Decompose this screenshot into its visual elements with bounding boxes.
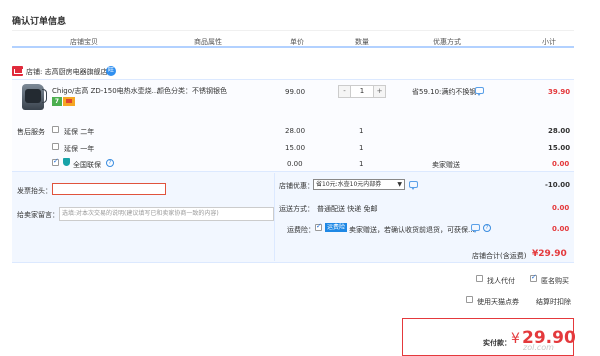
divider xyxy=(274,173,275,261)
warranty-2yr-price: 28.00 xyxy=(285,127,306,135)
quantity-minus-button[interactable]: - xyxy=(339,86,351,97)
national-warranty-note: 卖家赠送 xyxy=(432,161,460,169)
help-icon[interactable]: ? xyxy=(483,224,491,232)
col-quantity: 数量 xyxy=(355,38,369,46)
invoice-title-input[interactable] xyxy=(52,183,166,195)
warranty-2yr-subtotal: 28.00 xyxy=(548,127,571,135)
insurance-checkbox[interactable] xyxy=(315,222,322,231)
points-deduct-link[interactable]: 结算时扣除 xyxy=(536,297,571,307)
shipping-label: 运送方式： xyxy=(279,205,314,213)
product-thumbnail[interactable] xyxy=(22,84,47,110)
national-warranty-price: 0.00 xyxy=(287,160,303,168)
shipping-method: 普通配送 快递 免邮 xyxy=(317,205,378,213)
warranty-2yr-checkbox[interactable] xyxy=(52,126,59,133)
tmall-points-label: 使用天猫点券 xyxy=(477,298,519,306)
invoice-label: 发票抬头： xyxy=(17,187,52,195)
seven-day-return-badge: 7 xyxy=(52,97,62,106)
quantity-plus-button[interactable]: + xyxy=(373,86,385,97)
store-total-label: 店铺合计(含运费) xyxy=(472,252,527,260)
insurance-amount: 0.00 xyxy=(552,225,570,233)
col-promotion: 优惠方式 xyxy=(433,38,461,46)
store-total-amount: ¥29.90 xyxy=(532,249,567,259)
pay-for-me-label: 找人代付 xyxy=(487,277,515,285)
national-warranty-qty: 1 xyxy=(359,160,364,168)
warranty-1yr-checkbox[interactable] xyxy=(52,143,59,150)
shipping-amount: 0.00 xyxy=(552,204,570,212)
store-coupon-select[interactable]: 省10元:水壶10元内部券 ▼ xyxy=(313,179,405,190)
anonymous-label: 匿名购买 xyxy=(541,277,569,285)
wangwang-chat-icon[interactable]: 旺 xyxy=(106,66,116,76)
product-subtotal: 39.90 xyxy=(548,88,571,96)
national-warranty-label: 全国联保 xyxy=(73,161,101,169)
watermark: zol.com xyxy=(523,343,554,352)
store-coupon-selected: 省10元:水壶10元内部券 xyxy=(316,181,382,188)
anonymous-checkbox[interactable] xyxy=(530,273,537,282)
divider xyxy=(12,30,574,31)
help-icon[interactable]: ? xyxy=(106,159,114,167)
quantity-stepper: - 1 + xyxy=(338,85,386,98)
product-price: 99.00 xyxy=(285,88,306,96)
national-warranty-checkbox[interactable] xyxy=(52,157,59,166)
chevron-down-icon: ▼ xyxy=(397,181,402,188)
currency-symbol: ¥ xyxy=(511,331,520,347)
product-promotion: 省59.10:满约不换钢 xyxy=(412,88,477,96)
shop-name[interactable]: 店铺: 志高厨房电器旗舰店 xyxy=(26,67,108,77)
quantity-input[interactable]: 1 xyxy=(351,86,373,97)
col-attributes: 商品属性 xyxy=(194,38,222,46)
after-sales-label: 售后服务 xyxy=(17,128,45,136)
national-warranty-subtotal: 0.00 xyxy=(552,160,570,168)
col-unit-price: 单价 xyxy=(290,38,304,46)
insurance-description: 卖家赠送，若确认收货前退货，可获保... xyxy=(349,226,475,234)
pay-for-me-checkbox[interactable] xyxy=(476,275,483,282)
warranty-2yr-qty: 1 xyxy=(359,127,364,135)
insurance-tag: 运费险 xyxy=(325,223,348,232)
invoice-badge-icon xyxy=(63,97,75,106)
message-label: 给卖家留言： xyxy=(17,211,59,219)
store-coupon-amount: -10.00 xyxy=(545,181,571,189)
payment-label: 实付款： xyxy=(483,339,511,347)
col-shop-item: 店铺宝贝 xyxy=(70,38,98,46)
warranty-1yr-label: 延保 一年 xyxy=(64,145,95,153)
warranty-2yr-label: 延保 二年 xyxy=(64,128,95,136)
store-coupon-label: 店铺优惠： xyxy=(279,182,314,190)
insurance-label: 运费险： xyxy=(287,226,315,234)
insurance-info-icon[interactable] xyxy=(471,224,480,233)
product-name[interactable]: Chigo/志高 ZD-150电热水壶烧... xyxy=(52,86,158,96)
warranty-1yr-qty: 1 xyxy=(359,144,364,152)
product-attribute: 颜色分类：不锈钢银色 xyxy=(157,87,227,95)
page-title: 确认订单信息 xyxy=(12,17,67,27)
promotion-info-icon[interactable] xyxy=(475,87,484,96)
warranty-1yr-subtotal: 15.00 xyxy=(548,144,571,152)
warranty-1yr-price: 15.00 xyxy=(285,144,306,152)
seller-message-input[interactable]: 选填:对本次交易的说明(建议填写已和卖家协商一致的内容) xyxy=(59,207,274,221)
column-header: 店铺宝贝 商品属性 单价 数量 优惠方式 小计 xyxy=(12,33,574,48)
col-subtotal: 小计 xyxy=(542,38,556,46)
shield-icon xyxy=(63,158,70,166)
shop-icon xyxy=(12,66,23,76)
tmall-points-checkbox[interactable] xyxy=(466,296,473,303)
coupon-info-icon[interactable] xyxy=(409,181,418,190)
